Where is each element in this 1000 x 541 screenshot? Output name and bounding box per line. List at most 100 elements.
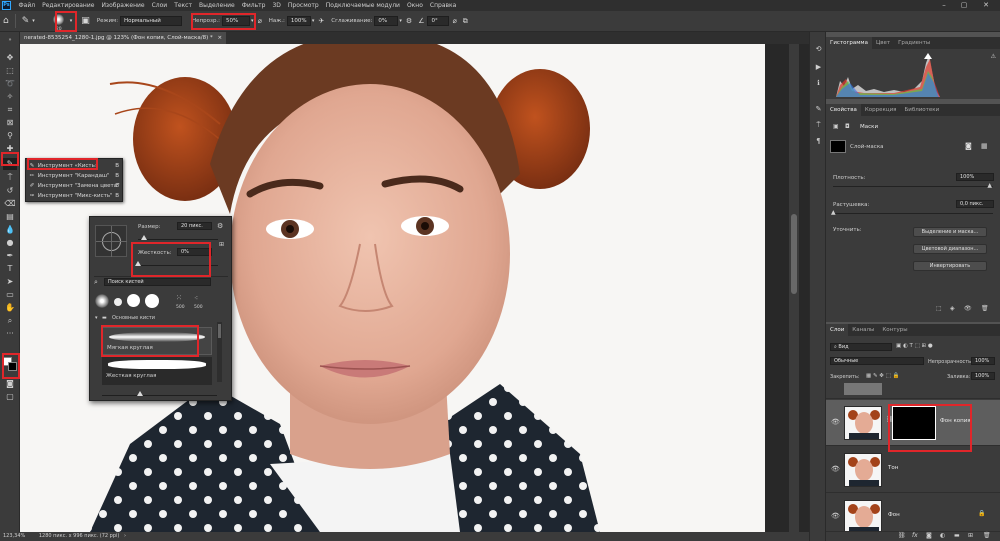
zoom-level[interactable]: 123,34% xyxy=(3,533,25,539)
mode-select[interactable]: Нормальный xyxy=(120,16,183,26)
menu-3d[interactable]: 3D xyxy=(269,0,284,11)
smoothing-field[interactable]: 0% xyxy=(374,16,399,26)
home-icon[interactable]: ⌂ xyxy=(3,16,9,26)
close-icon[interactable]: ✕ xyxy=(978,0,994,11)
layer-mask-thumbnail[interactable] xyxy=(892,406,936,440)
more-icon[interactable]: ··· xyxy=(3,328,17,340)
preset-hard-small[interactable] xyxy=(114,298,122,306)
menu-file[interactable]: Файл xyxy=(15,0,39,11)
tab-paths[interactable]: Контуры xyxy=(878,324,911,336)
link-layers-icon[interactable]: ⛓ xyxy=(898,532,906,539)
vertical-scrollbar[interactable] xyxy=(789,44,799,532)
select-and-mask-button[interactable]: Выделение и маска... xyxy=(913,227,987,237)
tab-histogram[interactable]: Гистограмма xyxy=(826,37,872,49)
tab-channels[interactable]: Каналы xyxy=(848,324,878,336)
gear-icon[interactable]: ⚙ xyxy=(406,17,412,25)
dodge-icon[interactable]: ● xyxy=(3,237,17,249)
background-color[interactable] xyxy=(8,362,17,371)
clone-panel-icon[interactable]: ⍑ xyxy=(813,120,824,131)
slider-knob[interactable]: ▲ xyxy=(831,209,836,216)
layer-row-tone[interactable]: 👁 Тон xyxy=(826,447,1000,493)
hand-icon[interactable]: ✋ xyxy=(3,302,17,314)
load-selection-icon[interactable]: ⬚ xyxy=(936,305,942,312)
feather-slider[interactable] xyxy=(833,213,993,214)
flyout-item-pencil[interactable]: ✏ Инструмент "Карандаш" B xyxy=(28,171,122,181)
actions-panel-icon[interactable]: ▶ xyxy=(813,62,824,73)
menu-select[interactable]: Выделение xyxy=(195,0,238,11)
size-field[interactable]: 20 пикс. xyxy=(177,222,212,230)
brush-settings-icon[interactable]: ▣ xyxy=(81,16,90,26)
hardness-field[interactable]: 0% xyxy=(177,248,212,256)
density-slider[interactable] xyxy=(833,186,993,187)
quick-select-icon[interactable]: ✧ xyxy=(3,91,17,103)
vector-mask-icon[interactable]: ◘ xyxy=(845,123,850,130)
zoom-icon[interactable]: ⌕ xyxy=(3,315,17,327)
menu-edit[interactable]: Редактирование xyxy=(39,0,98,11)
brush-panel-icon[interactable]: ✎ xyxy=(813,104,824,115)
frame-icon[interactable]: ⊠ xyxy=(3,117,17,129)
move-icon[interactable]: ✥ xyxy=(3,52,17,64)
preset-soft[interactable] xyxy=(95,294,109,308)
angle-field[interactable]: 0° xyxy=(427,16,450,26)
menu-layers[interactable]: Слои xyxy=(148,0,171,11)
eye-icon[interactable]: 👁 xyxy=(831,465,840,473)
rectangle-icon[interactable]: ▭ xyxy=(3,289,17,301)
menu-window[interactable]: Окно xyxy=(403,0,426,11)
minimize-icon[interactable]: – xyxy=(936,0,952,11)
pixel-mask-icon[interactable]: ▣ xyxy=(833,123,839,130)
marquee-icon[interactable]: ⬚ xyxy=(3,65,17,77)
path-select-icon[interactable]: ➤ xyxy=(3,276,17,288)
hardness-slider-knob[interactable] xyxy=(135,261,141,266)
eye-icon[interactable]: 👁 xyxy=(831,512,840,520)
maximize-icon[interactable]: ▢ xyxy=(956,0,972,11)
pen-icon[interactable]: ✒ xyxy=(3,250,17,262)
new-group-icon[interactable]: ▬ xyxy=(954,532,960,539)
flyout-item-mixer-brush[interactable]: ✑ Инструмент "Микс-кисть" B xyxy=(28,191,122,201)
visibility-icon[interactable]: 👁 xyxy=(964,305,972,312)
new-layer-icon[interactable]: ⊞ xyxy=(968,532,973,539)
airbrush-icon[interactable]: ✈ xyxy=(318,17,324,25)
size-slider-track[interactable] xyxy=(138,239,218,240)
text-icon[interactable]: T xyxy=(3,263,17,275)
menu-text[interactable]: Текст xyxy=(171,0,196,11)
screen-mode-icon[interactable]: ▢ xyxy=(3,391,17,403)
menu-plugins[interactable]: Подключаемые модули xyxy=(322,0,403,11)
layer-fill-field[interactable]: 100% xyxy=(971,372,995,380)
popup-resize-track[interactable] xyxy=(102,395,217,396)
adjustment-layer-icon[interactable]: ◐ xyxy=(940,532,945,539)
eyedropper-icon[interactable]: ⚲ xyxy=(3,130,17,142)
brush-icon[interactable]: ✎ xyxy=(3,158,17,170)
gradient-icon[interactable]: ▤ xyxy=(3,211,17,223)
menu-filter[interactable]: Фильтр xyxy=(238,0,269,11)
trash-icon[interactable]: 🗑 xyxy=(981,305,989,312)
crop-icon[interactable]: ⌗ xyxy=(3,104,17,116)
preset-hard-medium[interactable] xyxy=(127,294,140,307)
flow-field[interactable]: 100% xyxy=(286,16,311,26)
pressure-opacity-icon[interactable]: ⌀ xyxy=(258,17,262,25)
eraser-icon[interactable]: ⌫ xyxy=(3,198,17,210)
history-brush-icon[interactable]: ↺ xyxy=(3,185,17,197)
size-slider-knob[interactable] xyxy=(141,235,147,240)
hardness-slider-track[interactable] xyxy=(138,265,218,266)
fx-icon[interactable]: fx xyxy=(912,532,918,539)
brush-search-input[interactable]: Поиск кистей xyxy=(104,278,211,286)
scrollbar-thumb[interactable] xyxy=(791,214,797,294)
tab-color[interactable]: Цвет xyxy=(872,37,894,49)
blur-icon[interactable]: 💧 xyxy=(3,224,17,236)
stamp-icon[interactable]: ⍑ xyxy=(3,172,17,184)
tab-properties[interactable]: Свойства xyxy=(826,104,861,116)
color-range-button[interactable]: Цветовой диапазон... xyxy=(913,244,987,254)
history-panel-icon[interactable]: ⟲ xyxy=(813,44,824,55)
apply-mask-bottom-icon[interactable]: ◈ xyxy=(950,305,955,312)
gear-icon[interactable]: ⚙ xyxy=(217,222,223,230)
layer-row-bg[interactable]: 👁 Фон 🔒 xyxy=(826,494,1000,532)
chevron-down-icon[interactable]: ▾ xyxy=(312,18,315,24)
chevron-down-icon[interactable]: ▾ xyxy=(399,18,402,24)
symmetry-icon[interactable]: ⧉ xyxy=(463,17,468,26)
layer-name[interactable]: Фон xyxy=(888,512,900,518)
add-mask-icon[interactable]: ◙ xyxy=(926,532,932,539)
trash-icon[interactable]: 🗑 xyxy=(983,532,991,539)
feather-field[interactable]: 0,0 пикс. xyxy=(956,200,994,208)
list-scrollbar[interactable] xyxy=(217,322,222,382)
brush-preset-picker[interactable]: 20 xyxy=(52,14,66,32)
